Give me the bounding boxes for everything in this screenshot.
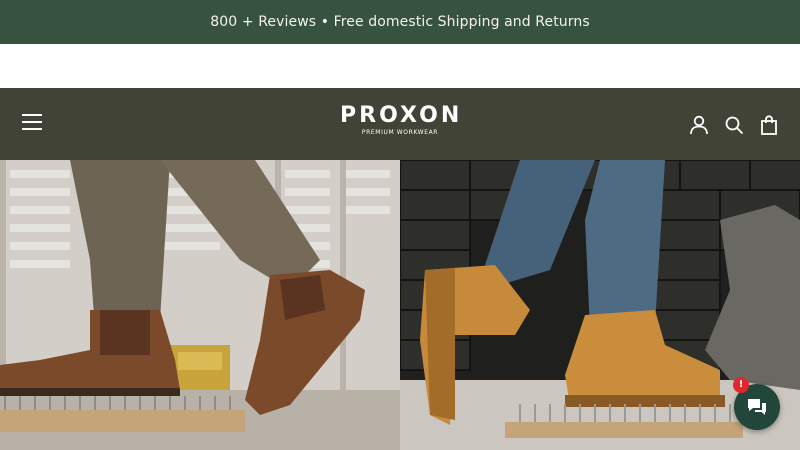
hero-banner[interactable] bbox=[0, 160, 800, 450]
search-icon bbox=[725, 116, 744, 135]
user-icon bbox=[690, 115, 708, 135]
brand-logo[interactable]: PROXON PREMIUM WORKWEAR bbox=[340, 103, 460, 137]
chat-notification-badge: ! bbox=[733, 377, 749, 393]
shopping-bag-icon bbox=[761, 115, 777, 135]
hamburger-menu-icon bbox=[22, 114, 42, 116]
announcement-text: 800 + Reviews • Free domestic Shipping a… bbox=[210, 14, 590, 30]
menu-button[interactable] bbox=[22, 114, 44, 132]
announcement-bar: 800 + Reviews • Free domestic Shipping a… bbox=[0, 0, 800, 44]
site-header: PROXON PREMIUM WORKWEAR bbox=[0, 88, 800, 160]
search-button[interactable] bbox=[723, 114, 745, 136]
header-spacer bbox=[0, 44, 800, 88]
hero-image-left bbox=[0, 160, 400, 450]
cart-button[interactable] bbox=[758, 114, 780, 136]
account-button[interactable] bbox=[688, 114, 710, 136]
brand-tagline: PREMIUM WORKWEAR bbox=[361, 129, 439, 136]
brand-name: PROXON bbox=[340, 103, 463, 128]
chat-bubble-icon bbox=[748, 399, 766, 415]
